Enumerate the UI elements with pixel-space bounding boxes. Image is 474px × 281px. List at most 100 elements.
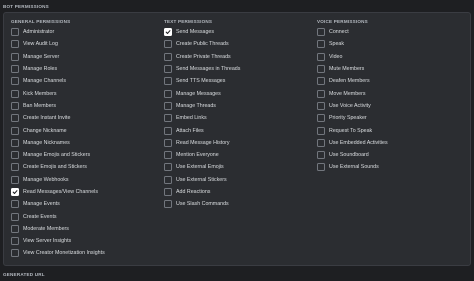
checkbox[interactable] [317, 40, 325, 49]
permission-row[interactable]: View Server Insights [11, 235, 105, 247]
permission-row[interactable]: Use Soundboard [317, 149, 388, 161]
checkbox[interactable] [317, 28, 325, 37]
permission-label: Manage Nicknames [23, 139, 70, 146]
checkbox[interactable] [164, 77, 172, 86]
permission-label: Manage Roles [23, 66, 58, 73]
checkbox[interactable] [11, 224, 19, 233]
permission-row[interactable]: Read Messages/View Channels [11, 186, 105, 198]
permission-label: Send TTS Messages [176, 78, 226, 85]
permission-row[interactable]: Moderate Members [11, 223, 105, 235]
checkbox[interactable] [317, 101, 325, 110]
checkbox[interactable] [164, 200, 172, 209]
checkbox[interactable] [317, 114, 325, 123]
permission-row[interactable]: Deafen Members [317, 75, 388, 87]
permission-row[interactable]: Move Members [317, 87, 388, 99]
permission-row[interactable]: Use External Emojis [164, 161, 240, 173]
checkbox[interactable] [11, 77, 19, 86]
permission-row[interactable]: Request To Speak [317, 124, 388, 136]
checkbox[interactable] [164, 138, 172, 147]
checkbox[interactable] [11, 101, 19, 110]
checkbox[interactable] [11, 175, 19, 184]
checkbox[interactable] [11, 163, 19, 172]
permission-row[interactable]: Create Emojis and Stickers [11, 161, 105, 173]
checkbox[interactable] [11, 200, 19, 209]
checkbox[interactable] [11, 52, 19, 61]
checkbox[interactable] [11, 65, 19, 74]
checkbox[interactable] [11, 28, 19, 37]
checkbox[interactable] [11, 40, 19, 49]
permission-row[interactable]: Manage Messages [164, 87, 240, 99]
permission-row[interactable]: Kick Members [11, 87, 105, 99]
permission-row[interactable]: Use Slash Commands [164, 198, 240, 210]
checkbox-checked[interactable] [164, 28, 172, 37]
checkbox[interactable] [317, 126, 325, 135]
checkbox[interactable] [317, 163, 325, 172]
permission-row[interactable]: Speak [317, 38, 388, 50]
checkbox[interactable] [317, 151, 325, 160]
permission-row[interactable]: Manage Roles [11, 63, 105, 75]
permission-row[interactable]: Embed Links [164, 112, 240, 124]
permission-row[interactable]: Manage Channels [11, 75, 105, 87]
checkbox[interactable] [11, 249, 19, 258]
permission-label: Use Slash Commands [176, 201, 229, 208]
checkbox[interactable] [164, 52, 172, 61]
permission-row[interactable]: Create Private Threads [164, 51, 240, 63]
checkbox[interactable] [164, 65, 172, 74]
permission-label: Request To Speak [329, 127, 373, 134]
checkbox[interactable] [164, 163, 172, 172]
permission-row[interactable]: Priority Speaker [317, 112, 388, 124]
checkbox[interactable] [11, 151, 19, 160]
permission-row[interactable]: Mention Everyone [164, 149, 240, 161]
checkbox[interactable] [317, 138, 325, 147]
checkbox[interactable] [164, 114, 172, 123]
permission-row[interactable]: Use Embedded Activities [317, 137, 388, 149]
checkbox[interactable] [11, 212, 19, 221]
permission-row[interactable]: Read Message History [164, 137, 240, 149]
permission-row[interactable]: Manage Threads [164, 100, 240, 112]
checkbox[interactable] [164, 126, 172, 135]
permission-row[interactable]: Connect [317, 26, 388, 38]
permission-row[interactable]: Use External Stickers [164, 174, 240, 186]
checkbox[interactable] [11, 237, 19, 246]
checkbox[interactable] [164, 101, 172, 110]
permission-row[interactable]: Manage Emojis and Stickers [11, 149, 105, 161]
permission-row[interactable]: Change Nickname [11, 124, 105, 136]
checkbox[interactable] [164, 40, 172, 49]
checkbox[interactable] [164, 89, 172, 98]
checkbox[interactable] [11, 114, 19, 123]
permission-row[interactable]: Ban Members [11, 100, 105, 112]
permission-row[interactable]: Use Voice Activity [317, 100, 388, 112]
permission-row[interactable]: Video [317, 51, 388, 63]
checkbox-checked[interactable] [11, 188, 19, 196]
permission-row[interactable]: Create Events [11, 210, 105, 222]
permission-row[interactable]: Add Reactions [164, 186, 240, 198]
checkbox[interactable] [164, 151, 172, 160]
permission-row[interactable]: Use External Sounds [317, 161, 388, 173]
permission-row[interactable]: Create Public Threads [164, 38, 240, 50]
permission-row[interactable]: Manage Nicknames [11, 137, 105, 149]
permission-row[interactable]: View Creator Monetization Insights [11, 247, 105, 259]
permission-label: Read Message History [176, 139, 230, 146]
checkbox[interactable] [11, 138, 19, 147]
permission-label: Use Embedded Activities [329, 139, 388, 146]
permission-row[interactable]: Mute Members [317, 63, 388, 75]
checkbox[interactable] [164, 175, 172, 184]
checkbox[interactable] [317, 77, 325, 86]
permission-row[interactable]: Create Instant Invite [11, 112, 105, 124]
checkbox[interactable] [317, 52, 325, 61]
checkbox[interactable] [164, 188, 172, 196]
permission-row[interactable]: Send Messages in Threads [164, 63, 240, 75]
permission-row[interactable]: Send Messages [164, 26, 240, 38]
checkbox[interactable] [317, 65, 325, 74]
permission-row[interactable]: Administrator [11, 26, 105, 38]
permission-row[interactable]: View Audit Log [11, 38, 105, 50]
permission-row[interactable]: Manage Server [11, 51, 105, 63]
checkbox[interactable] [317, 89, 325, 98]
permission-row[interactable]: Send TTS Messages [164, 75, 240, 87]
checkbox[interactable] [11, 126, 19, 135]
permission-row[interactable]: Manage Webhooks [11, 174, 105, 186]
permission-label: Use External Stickers [176, 176, 227, 183]
checkbox[interactable] [11, 89, 19, 98]
permission-row[interactable]: Manage Events [11, 198, 105, 210]
permission-row[interactable]: Attach Files [164, 124, 240, 136]
